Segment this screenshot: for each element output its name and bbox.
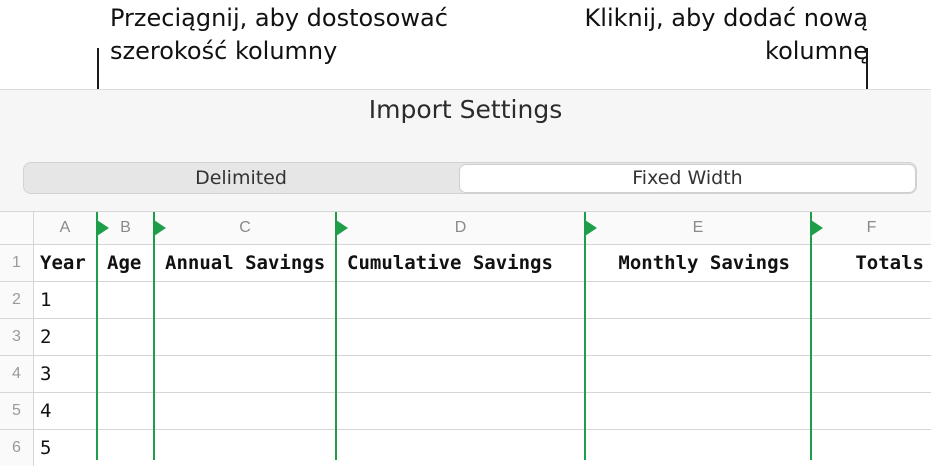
column-break-handle-c[interactable] [154,220,166,236]
panel-title: Import Settings [368,95,563,124]
column-letter-c[interactable]: C [155,212,335,244]
column-letter-f[interactable]: F [812,212,931,244]
column-letter-e[interactable]: E [586,212,810,244]
table-row: 6 5 [0,430,931,466]
tab-delimited[interactable]: Delimited [24,163,458,193]
callout-drag-column-width: Przeciągnij, aby dostosować szerokość ko… [110,2,470,68]
row-number: 2 [0,282,34,318]
table-row: 5 4 [0,393,931,430]
column-break-line-e[interactable] [584,212,586,460]
table-row: 2 1 [0,282,931,319]
header-cell-year: Year [40,252,86,274]
table-row: 3 2 [0,319,931,356]
callout-add-column: Kliknij, aby dodać nową kolumnę [540,2,868,68]
header-cell-monthly-savings: Monthly Savings [618,252,790,274]
header-cell-age: Age [107,252,142,274]
cell-year: 5 [40,437,52,459]
row-number: 1 [0,245,34,281]
column-break-handle-d[interactable] [336,220,348,236]
tab-fixed-width[interactable]: Fixed Width [459,164,916,193]
header-cell-annual-savings: Annual Savings [165,252,326,274]
import-mode-segmented-control: Delimited Fixed Width [23,162,917,194]
column-header-row[interactable]: A B C D E F [0,212,931,245]
import-settings-panel: Import Settings Delimited Fixed Width A … [0,89,931,466]
column-break-line-d[interactable] [335,212,337,460]
column-break-line-c[interactable] [153,212,155,460]
row-number: 4 [0,356,34,392]
cell-year: 1 [40,289,52,311]
column-letter-a[interactable]: A [34,212,96,244]
callout-left-line-1: Przeciągnij, aby dostosować [110,4,448,32]
table-row: 4 3 [0,356,931,393]
callout-right-line-1: Kliknij, aby dodać nową [584,4,868,32]
column-break-handle-b[interactable] [97,220,109,236]
column-break-line-b[interactable] [96,212,98,460]
column-break-line-f[interactable] [810,212,812,460]
callout-left-line-2: szerokość kolumny [110,37,338,65]
column-break-handle-e[interactable] [585,220,597,236]
cell-year: 4 [40,400,52,422]
callout-right-line-2: kolumnę [765,37,868,65]
row-number: 6 [0,430,34,466]
table-row: 1 Year Age Annual Savings Cumulative Sav… [0,245,931,282]
column-break-handle-f[interactable] [811,220,823,236]
column-letter-d[interactable]: D [337,212,584,244]
header-cell-cumulative-savings: Cumulative Savings [347,252,553,274]
row-number: 3 [0,319,34,355]
cell-year: 2 [40,326,52,348]
preview-table: A B C D E F 1 Year Age Annual Savings Cu… [0,211,931,466]
header-cell-totals: Totals [855,252,924,274]
cell-year: 3 [40,363,52,385]
row-number: 5 [0,393,34,429]
